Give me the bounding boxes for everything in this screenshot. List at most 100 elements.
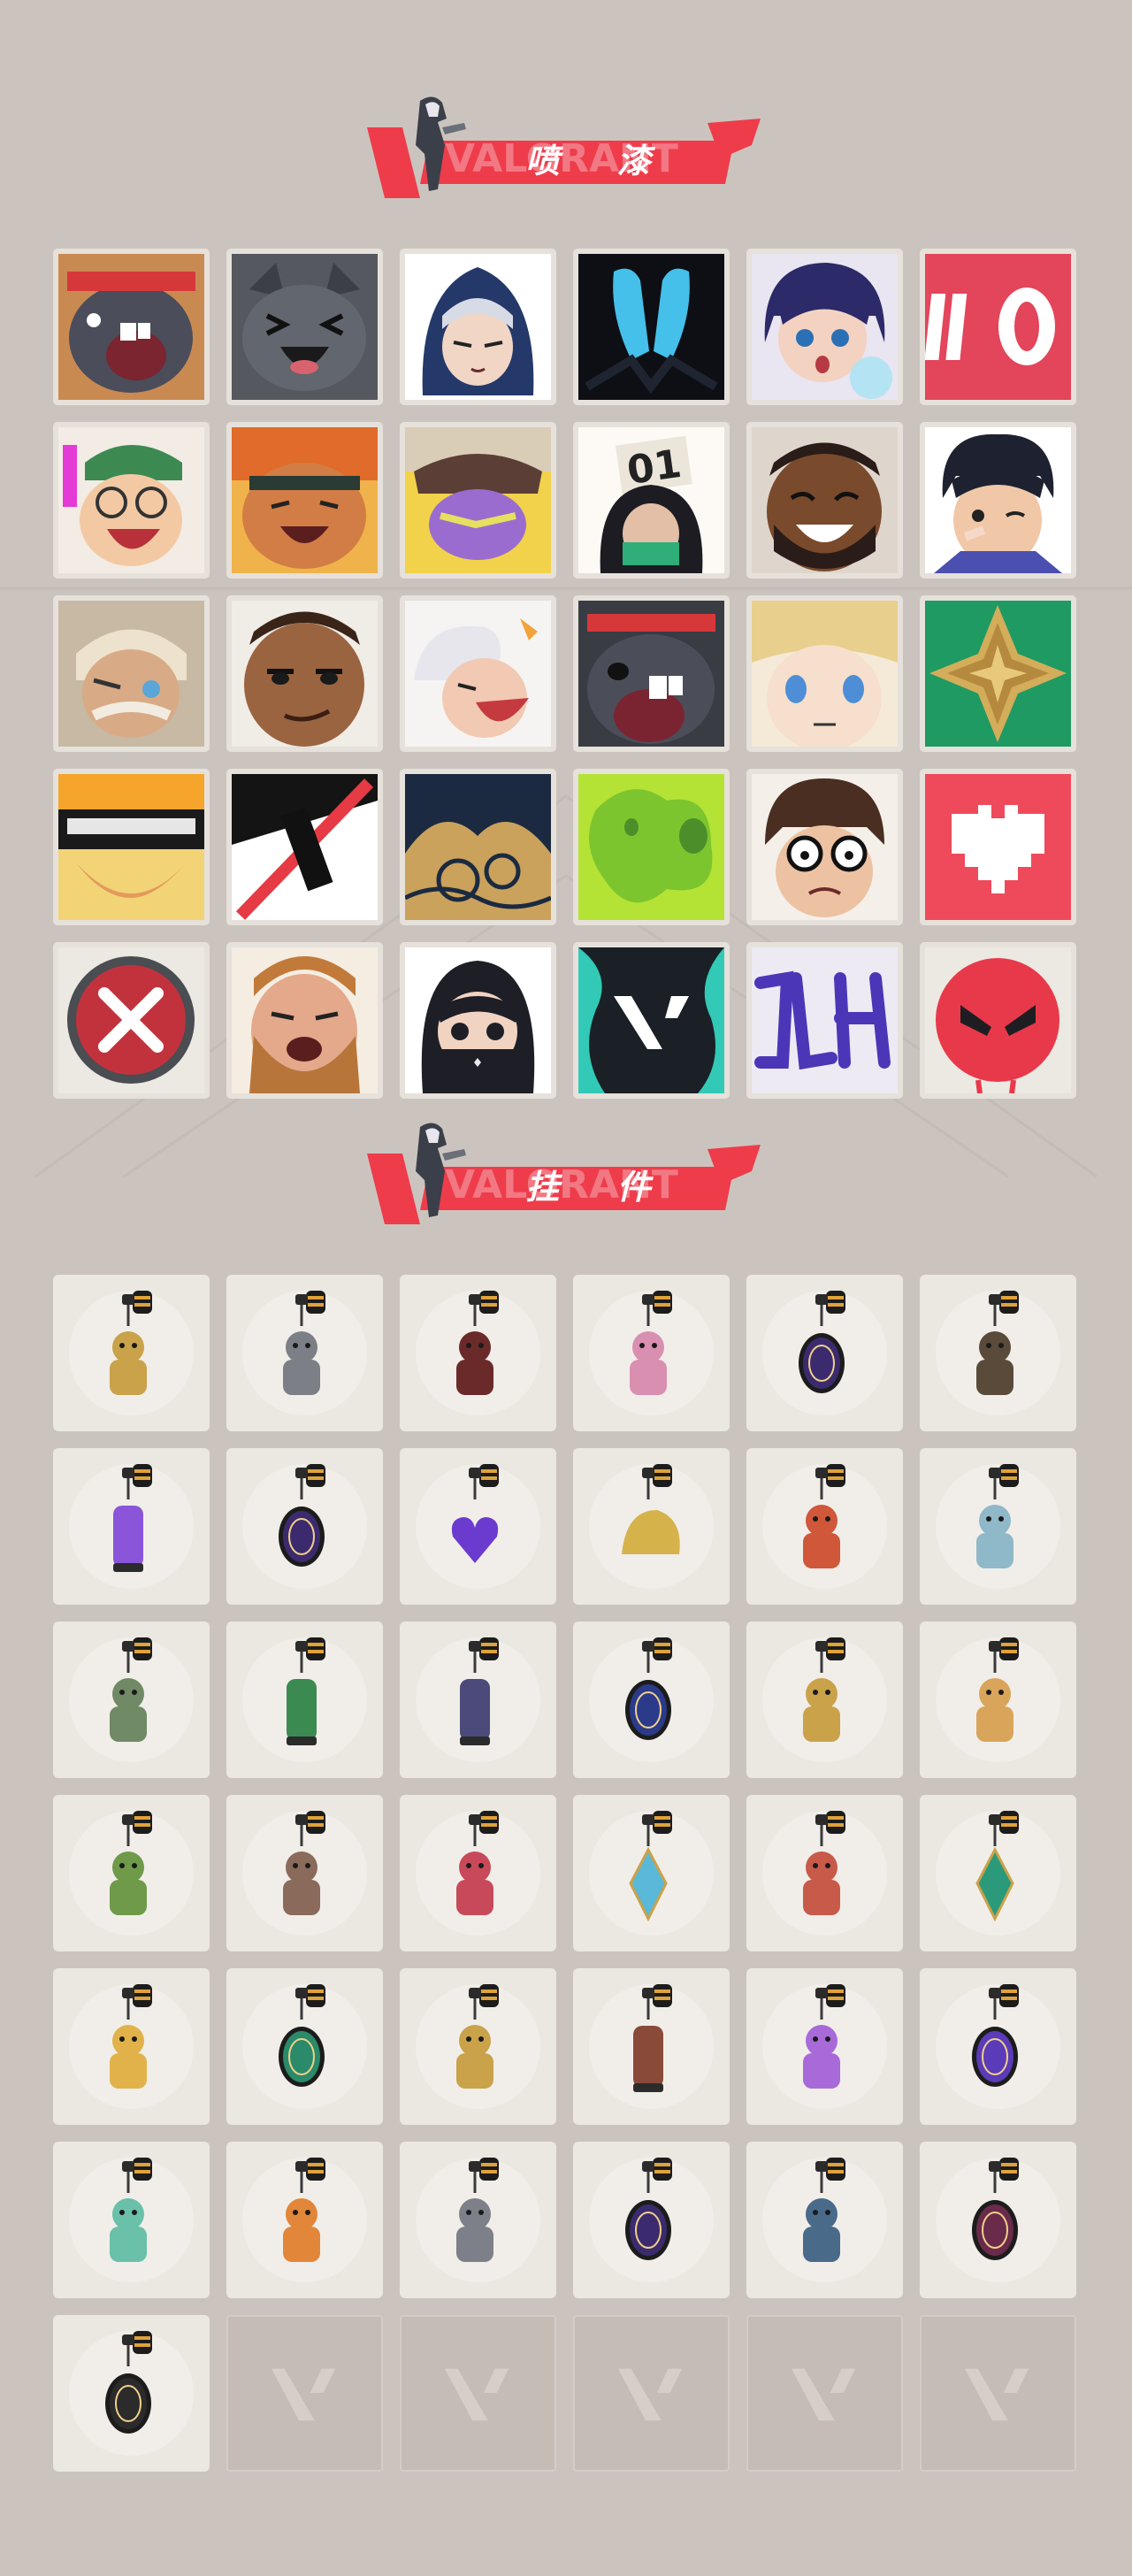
charm-tile[interactable] <box>53 1968 210 2125</box>
spray-tile[interactable] <box>53 595 210 752</box>
charm-tile[interactable] <box>920 1448 1076 1605</box>
spray-tile[interactable] <box>53 769 210 925</box>
spray-tile[interactable] <box>746 595 903 752</box>
empty-slot <box>573 2315 730 2472</box>
charm-tile[interactable] <box>226 1968 383 2125</box>
spray-tile[interactable] <box>400 422 556 579</box>
charm-tile[interactable] <box>400 1275 556 1431</box>
charm-tile[interactable] <box>746 1448 903 1605</box>
empty-slot <box>746 2315 903 2472</box>
spray-tile[interactable] <box>400 249 556 405</box>
spray-tile[interactable] <box>53 249 210 405</box>
charm-flame-lotus-icon <box>803 1984 845 2089</box>
charm-tile[interactable] <box>920 1622 1076 1778</box>
spray-tile[interactable] <box>573 595 730 752</box>
spray-tile[interactable] <box>573 942 730 1099</box>
spray-tile[interactable] <box>53 942 210 1099</box>
spray-number-10-icon <box>925 254 1071 400</box>
charm-tile[interactable] <box>573 1448 730 1605</box>
spray-tile[interactable] <box>746 422 903 579</box>
charm-lantern-icon <box>460 1637 499 1745</box>
charm-tile[interactable] <box>920 1795 1076 1951</box>
charm-rope-whip-icon <box>456 1291 499 1395</box>
charm-v-medallion-icon <box>105 2331 152 2434</box>
spray-tile[interactable] <box>226 769 383 925</box>
charm-tile[interactable] <box>400 1795 556 1951</box>
spray-red-x-icon <box>58 947 204 1093</box>
spray-tile[interactable] <box>53 422 210 579</box>
charms-section-header: VALORANT 挂 件 <box>349 1118 765 1224</box>
charm-tile[interactable] <box>920 1275 1076 1431</box>
spray-tile[interactable] <box>226 422 383 579</box>
spray-tile[interactable] <box>920 422 1076 579</box>
charm-tile[interactable] <box>573 1795 730 1951</box>
charm-tile[interactable] <box>920 1968 1076 2125</box>
charm-ep9-medallion-blue-icon <box>625 1637 672 1740</box>
charm-tile[interactable] <box>53 2142 210 2298</box>
charm-purple-heart-icon <box>451 1464 499 1563</box>
spray-blonde-face-icon <box>752 601 898 747</box>
spray-tile[interactable] <box>920 942 1076 1099</box>
charm-tile[interactable] <box>746 1275 903 1431</box>
spray-tile[interactable] <box>400 595 556 752</box>
sprays-section-header: VALORANT 喷 漆 <box>349 92 765 198</box>
charm-ufo-icon <box>110 2158 152 2262</box>
charm-sun-cloud-icon <box>110 1984 152 2089</box>
spray-tile[interactable] <box>400 769 556 925</box>
charm-pretzel-icon <box>456 1984 499 2089</box>
spray-tile[interactable] <box>226 942 383 1099</box>
charm-tile[interactable] <box>226 1275 383 1431</box>
charm-tile[interactable] <box>573 2142 730 2298</box>
spray-tile[interactable]: 01 <box>573 422 730 579</box>
spray-tile[interactable] <box>920 249 1076 405</box>
spray-tile[interactable] <box>920 595 1076 752</box>
charm-tile[interactable] <box>400 1448 556 1605</box>
charm-ep7-medallion-red-icon <box>972 2158 1019 2260</box>
spray-tile[interactable] <box>226 249 383 405</box>
spray-white-hair-shout-icon <box>405 601 551 747</box>
spray-beard-laugh-icon <box>752 427 898 573</box>
spray-tile[interactable] <box>573 249 730 405</box>
charm-tile[interactable] <box>400 1622 556 1778</box>
spray-green-gem-icon <box>925 601 1071 747</box>
charm-octopus-icon <box>803 1811 845 1915</box>
charm-tile[interactable] <box>920 2142 1076 2298</box>
charm-tile[interactable] <box>573 1622 730 1778</box>
charm-cat-doll-icon <box>976 1637 1019 1742</box>
sprays-title: 喷 漆 <box>525 142 674 180</box>
charm-tile[interactable] <box>746 1622 903 1778</box>
charm-mecha-hero-icon <box>456 1811 499 1915</box>
charm-tile[interactable] <box>53 1275 210 1431</box>
charm-gold-figure-icon <box>803 1637 845 1742</box>
spray-tile[interactable] <box>920 769 1076 925</box>
charm-tile[interactable] <box>573 1275 730 1431</box>
spray-glasses-face-icon <box>752 774 898 920</box>
spray-tile[interactable] <box>746 942 903 1099</box>
charm-tile[interactable] <box>226 1795 383 1951</box>
charm-tile[interactable] <box>53 2315 210 2472</box>
charm-tile[interactable] <box>573 1968 730 2125</box>
charm-tile[interactable] <box>746 1968 903 2125</box>
charm-tile[interactable] <box>53 1622 210 1778</box>
charm-tile[interactable] <box>746 2142 903 2298</box>
charm-skewer-icon <box>803 1464 845 1568</box>
charm-tile[interactable] <box>226 1448 383 1605</box>
charm-tile[interactable] <box>746 1795 903 1951</box>
charm-green-diamond-icon <box>975 1811 1019 1922</box>
charm-tile[interactable] <box>53 1795 210 1951</box>
spray-tile[interactable] <box>400 942 556 1099</box>
spray-smirk-face-icon <box>232 601 378 747</box>
spray-tile[interactable] <box>573 769 730 925</box>
spray-tile[interactable] <box>746 249 903 405</box>
charm-gold-robot-icon <box>110 1291 152 1395</box>
spray-tile[interactable] <box>746 769 903 925</box>
charm-robot-kiosk-icon <box>110 1637 152 1742</box>
charm-tile[interactable] <box>226 1622 383 1778</box>
charm-tile[interactable] <box>53 1448 210 1605</box>
spray-tile[interactable] <box>226 595 383 752</box>
charm-tile[interactable] <box>226 2142 383 2298</box>
charm-tile[interactable] <box>400 2142 556 2298</box>
charm-tile[interactable] <box>400 1968 556 2125</box>
charm-raccoon-icon <box>283 1811 325 1915</box>
spray-masked-girl-icon <box>405 947 551 1093</box>
